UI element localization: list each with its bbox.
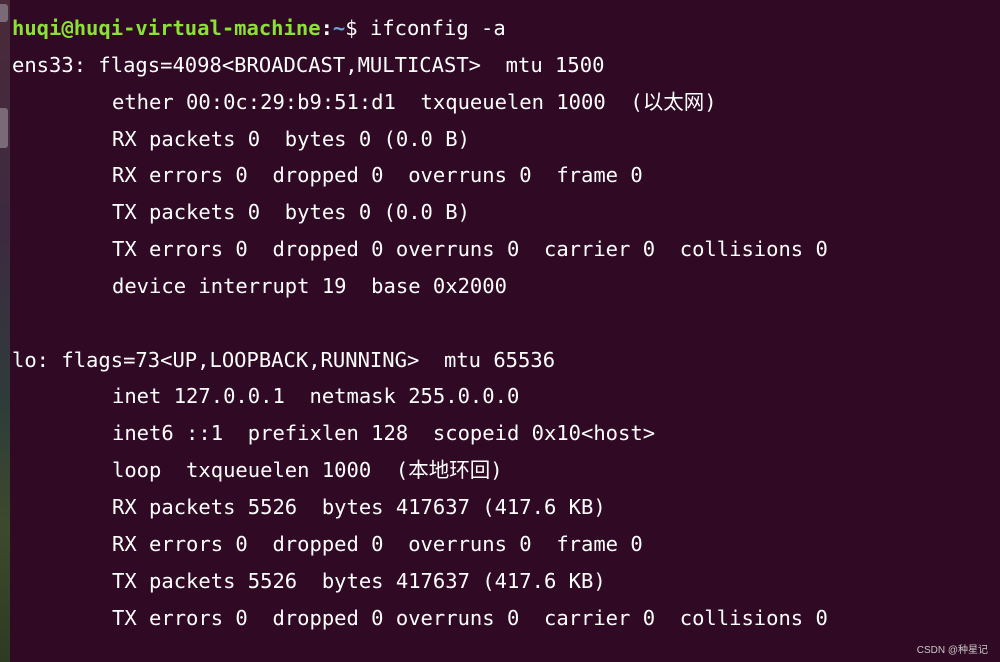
prompt-symbol: $ xyxy=(345,16,370,40)
ens33-line: RX packets 0 bytes 0 (0.0 B) xyxy=(112,126,470,151)
lo-line: inet6 ::1 prefixlen 128 scopeid 0x10<hos… xyxy=(112,421,656,446)
ens33-line: TX packets 0 bytes 0 (0.0 B) xyxy=(112,200,470,225)
dock-indicator xyxy=(0,4,8,22)
ens33-line: device interrupt 19 base 0x2000 xyxy=(112,273,507,298)
lo-header: lo: flags=73<UP,LOOPBACK,RUNNING> mtu 65… xyxy=(12,347,556,372)
lo-line: loop txqueuelen 1000 (本地环回) xyxy=(112,458,503,483)
ens33-line: RX errors 0 dropped 0 overruns 0 frame 0 xyxy=(112,163,643,188)
desktop-edge-strip xyxy=(0,0,10,662)
lo-line: RX errors 0 dropped 0 overruns 0 frame 0 xyxy=(112,531,643,556)
prompt-user-host: huqi@huqi-virtual-machine xyxy=(12,16,321,40)
lo-line: inet 127.0.0.1 netmask 255.0.0.0 xyxy=(112,384,520,409)
terminal-output[interactable]: huqi@huqi-virtual-machine:~$ ifconfig -a… xyxy=(12,10,1000,636)
prompt-line: huqi@huqi-virtual-machine:~$ ifconfig -a xyxy=(12,10,1000,47)
prompt-path: ~ xyxy=(332,16,346,40)
ens33-header: ens33: flags=4098<BROADCAST,MULTICAST> m… xyxy=(12,52,605,77)
ens33-line: TX errors 0 dropped 0 overruns 0 carrier… xyxy=(112,237,828,262)
ens33-line: ether 00:0c:29:b9:51:d1 txqueuelen 1000 … xyxy=(112,89,717,114)
dock-indicator xyxy=(0,108,8,148)
lo-line: TX errors 0 dropped 0 overruns 0 carrier… xyxy=(112,605,828,630)
prompt-colon: : xyxy=(320,16,333,40)
lo-line: TX packets 5526 bytes 417637 (417.6 KB) xyxy=(112,568,606,593)
prompt-command: ifconfig -a xyxy=(369,16,506,40)
watermark: CSDN @种星记 xyxy=(916,645,988,656)
lo-line: RX packets 5526 bytes 417637 (417.6 KB) xyxy=(112,494,606,519)
